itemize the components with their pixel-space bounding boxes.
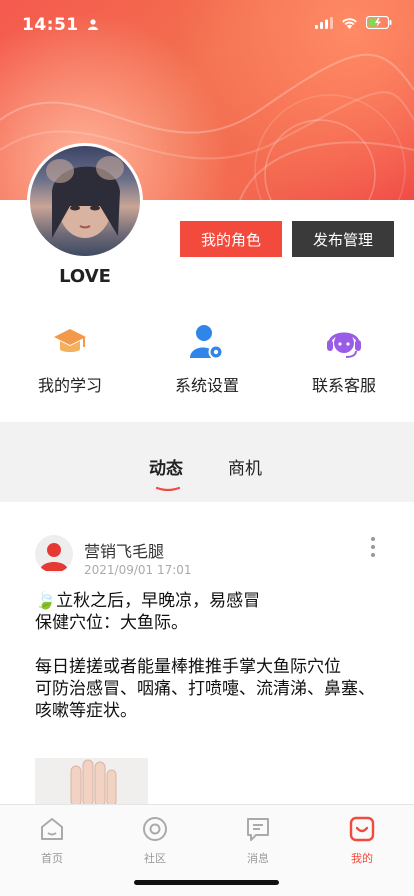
home-icon xyxy=(41,818,63,840)
default-avatar-icon xyxy=(40,543,68,571)
tabbar-label: 消息 xyxy=(247,852,269,865)
tabbar-home[interactable]: 首页 xyxy=(22,815,82,866)
tabbar-label: 社区 xyxy=(144,852,166,865)
status-bar: 14:51 xyxy=(0,0,414,48)
post-content: 🍃立秋之后，早晚凉，易感冒 保健穴位：大鱼际。 每日搓搓或者能量棒推推手掌大鱼际… xyxy=(35,590,385,722)
post-text: 立秋之后，早晚凉，易感冒 保健穴位：大鱼际。 每日搓搓或者能量棒推推手掌大鱼际穴… xyxy=(35,591,375,721)
tabbar-label: 我的 xyxy=(351,852,373,865)
active-tab-indicator xyxy=(156,487,180,491)
quick-action-settings[interactable]: 系统设置 xyxy=(137,322,277,396)
post-timestamp: 2021/09/01 17:01 xyxy=(84,563,192,577)
user-settings-icon xyxy=(190,325,224,360)
tabbar-community[interactable]: 社区 xyxy=(125,815,185,866)
post-image[interactable] xyxy=(35,758,148,804)
home-indicator[interactable] xyxy=(134,880,279,885)
quick-action-label: 联系客服 xyxy=(311,376,376,395)
hand-image xyxy=(70,759,117,804)
post-author-avatar[interactable] xyxy=(35,535,73,573)
leaf-icon: 🍃 xyxy=(35,591,57,611)
my-role-button[interactable]: 我的角色 xyxy=(180,221,282,257)
tabbar-messages[interactable]: 消息 xyxy=(228,815,288,866)
tab-dynamics[interactable]: 动态 xyxy=(149,454,183,479)
community-icon xyxy=(143,817,167,841)
message-icon xyxy=(247,818,269,841)
publish-management-button[interactable]: 发布管理 xyxy=(292,221,394,257)
quick-action-label: 系统设置 xyxy=(174,376,239,395)
more-options-icon[interactable] xyxy=(371,537,377,561)
username: LOVE xyxy=(59,266,111,287)
post-author-name[interactable]: 营销飞毛腿 xyxy=(84,538,164,562)
headset-icon xyxy=(327,332,361,358)
tab-business[interactable]: 商机 xyxy=(228,454,262,479)
tabbar-profile[interactable]: 我的 xyxy=(332,815,392,866)
quick-action-customer-service[interactable]: 联系客服 xyxy=(274,322,414,396)
tabbar-label: 首页 xyxy=(41,852,63,865)
status-time: 14:51 xyxy=(22,15,79,35)
wifi-icon xyxy=(342,17,357,29)
graduation-cap-icon xyxy=(54,329,86,352)
avatar-image xyxy=(46,156,124,238)
feed-tabs xyxy=(0,422,414,502)
quick-action-learning[interactable]: 我的学习 xyxy=(0,322,140,396)
quick-action-label: 我的学习 xyxy=(37,376,102,395)
person-icon xyxy=(88,19,98,30)
battery-icon xyxy=(366,16,392,29)
avatar[interactable] xyxy=(27,143,143,259)
profile-icon xyxy=(349,816,375,842)
signal-icon xyxy=(315,16,333,29)
